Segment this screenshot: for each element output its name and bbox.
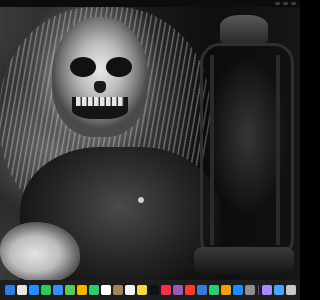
- menu-bar-status-area: [275, 1, 296, 6]
- news-icon[interactable]: [184, 285, 195, 295]
- numbers-icon[interactable]: [208, 285, 219, 295]
- notes-icon[interactable]: [136, 285, 147, 295]
- finder-icon[interactable]: [4, 285, 15, 295]
- messages-icon[interactable]: [40, 285, 51, 295]
- podcasts-icon[interactable]: [172, 285, 183, 295]
- photos-icon[interactable]: [76, 285, 87, 295]
- safari-icon[interactable]: [28, 285, 39, 295]
- control-center-icon[interactable]: [291, 2, 296, 5]
- wallpaper-skull-mask: [52, 17, 148, 137]
- mask-right-eye: [106, 57, 132, 77]
- mask-nose: [94, 81, 106, 93]
- dock-separator: [257, 285, 259, 295]
- pages-icon[interactable]: [220, 285, 231, 295]
- trash-icon[interactable]: [285, 285, 296, 295]
- wallpaper-lantern: [190, 15, 300, 280]
- lantern-top: [220, 15, 268, 43]
- launchpad-icon[interactable]: [16, 285, 27, 295]
- mask-left-eye: [70, 57, 96, 77]
- mail-icon[interactable]: [52, 285, 63, 295]
- lantern-frame: [210, 55, 214, 245]
- lantern-frame: [276, 55, 280, 245]
- system-settings-icon[interactable]: [244, 285, 255, 295]
- calendar-icon[interactable]: [100, 285, 111, 295]
- battery-icon[interactable]: [283, 2, 288, 5]
- downloads-folder-icon[interactable]: [273, 285, 284, 295]
- coat-button: [138, 197, 144, 203]
- lantern-base: [194, 247, 294, 275]
- wifi-icon[interactable]: [275, 2, 280, 5]
- keynote-icon[interactable]: [196, 285, 207, 295]
- tv-icon[interactable]: [148, 285, 159, 295]
- reminders-icon[interactable]: [124, 285, 135, 295]
- music-icon[interactable]: [160, 285, 171, 295]
- contacts-icon[interactable]: [112, 285, 123, 295]
- dock: [0, 280, 300, 300]
- iphone-mirroring-icon[interactable]: [261, 285, 272, 295]
- facetime-icon[interactable]: [88, 285, 99, 295]
- maps-icon[interactable]: [64, 285, 75, 295]
- desktop-wallpaper: [0, 7, 300, 280]
- menu-bar: [0, 0, 300, 7]
- app-store-icon[interactable]: [232, 285, 243, 295]
- mask-teeth: [76, 97, 124, 106]
